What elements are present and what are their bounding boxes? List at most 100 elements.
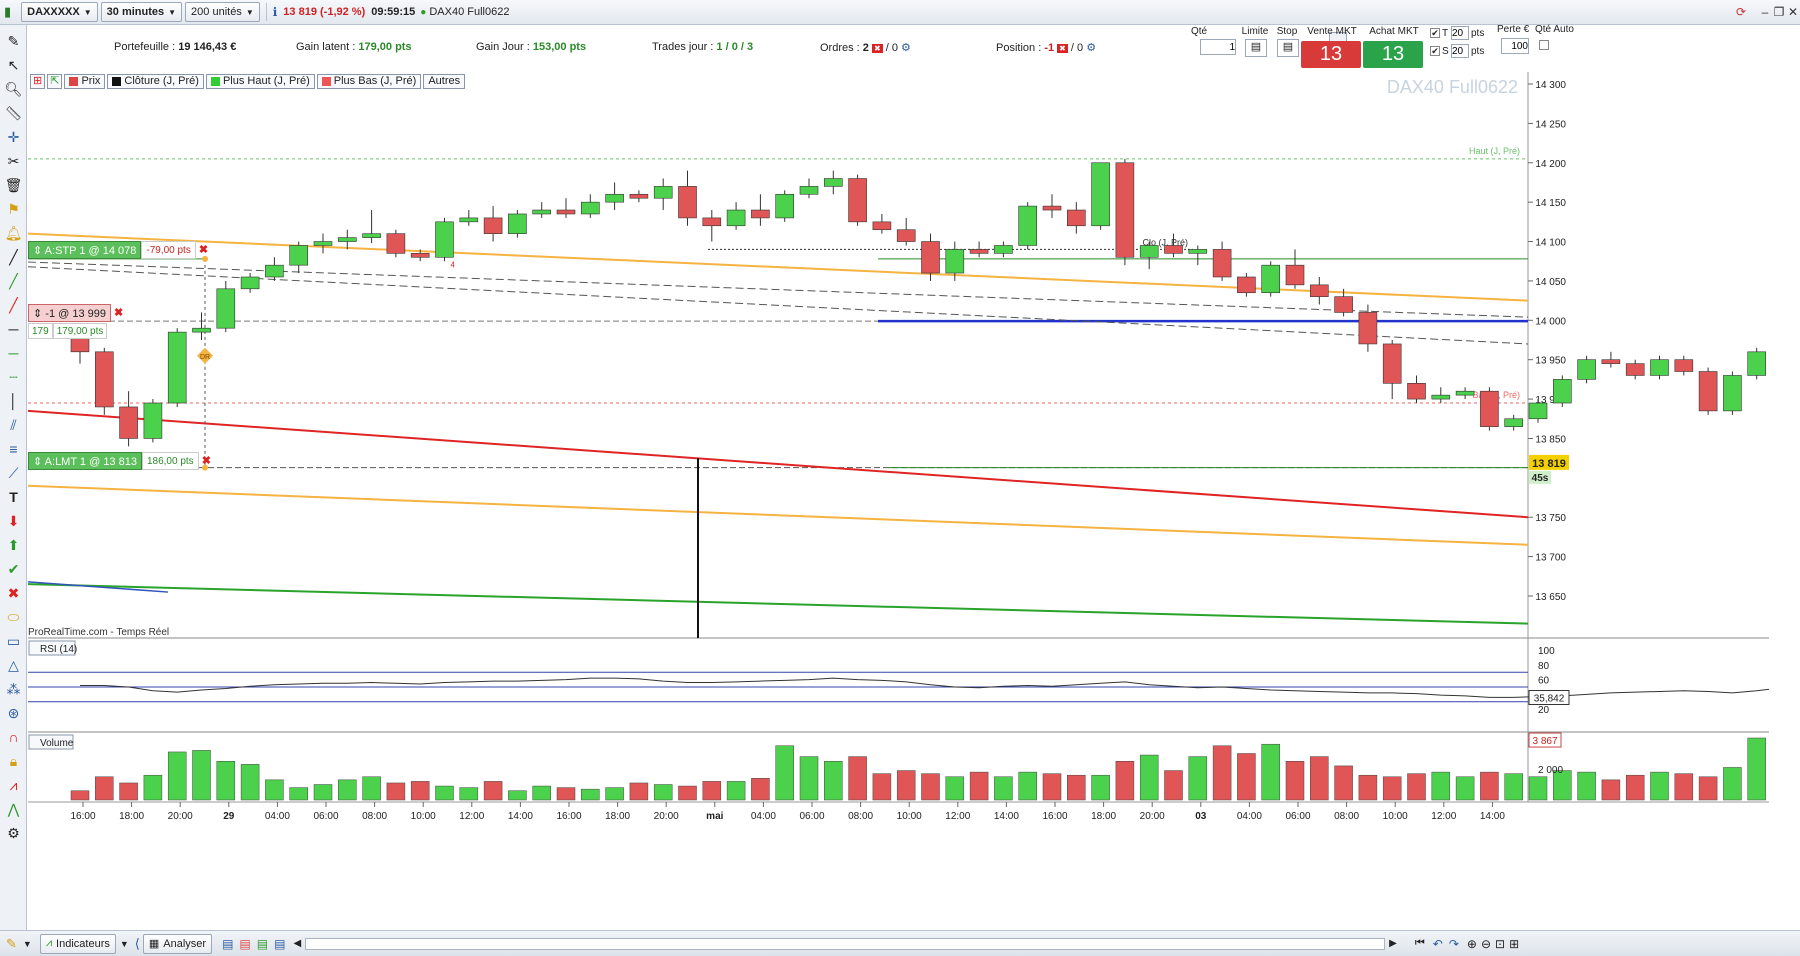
instrument-select[interactable]: DAXXXXX ▼ bbox=[21, 2, 98, 22]
line-red-icon[interactable]: ╱ bbox=[3, 295, 24, 316]
cross-icon[interactable]: ✖ bbox=[3, 583, 24, 604]
orders-settings-icon[interactable]: ⚙ bbox=[901, 42, 911, 54]
hline-icon[interactable]: ─ bbox=[3, 319, 24, 340]
target-input[interactable] bbox=[1451, 26, 1469, 40]
legend-others[interactable]: Autres bbox=[423, 74, 466, 89]
refresh-icon[interactable]: ⟳ bbox=[1732, 3, 1750, 21]
legend-low[interactable]: Plus Bas (J, Pré) bbox=[316, 74, 422, 89]
price-tick-label: 14 200 bbox=[1535, 159, 1566, 170]
pencil-icon[interactable]: ✎ bbox=[3, 31, 24, 52]
position-settings-icon[interactable]: ⚙ bbox=[1086, 42, 1096, 54]
hline-green-icon[interactable]: ─ bbox=[3, 343, 24, 364]
magnet-mode-icon[interactable]: ⊛ bbox=[3, 703, 24, 724]
zoom-reset-icon[interactable]: ⊞ bbox=[1509, 937, 1519, 951]
zoom-out-icon[interactable]: ⊖ bbox=[1481, 937, 1491, 951]
draw-tools-icon[interactable]: ✎ bbox=[6, 936, 17, 952]
expand-icon[interactable]: ▼ bbox=[23, 939, 32, 949]
nav-first-icon[interactable]: ⏮ bbox=[1415, 937, 1425, 950]
undo-icon[interactable]: ↶ bbox=[1433, 937, 1443, 951]
position-label[interactable]: ⇕ -1 @ 13 999 bbox=[28, 304, 111, 322]
wrench-icon[interactable]: ⚙ bbox=[3, 823, 24, 844]
position-info[interactable]: Position : -1 ✖ / 0 ⚙ bbox=[996, 41, 1096, 54]
zoom-icon[interactable]: 🔍︎ bbox=[3, 79, 24, 100]
pattern-icon[interactable]: ⁂ bbox=[3, 679, 24, 700]
crosshair-icon[interactable]: ✛ bbox=[3, 127, 24, 148]
hline-dash-icon[interactable]: ┄ bbox=[3, 367, 24, 388]
stop-loss-input[interactable] bbox=[1451, 44, 1469, 58]
sell-market-button[interactable]: 13 817 bbox=[1301, 41, 1361, 92]
max-loss-input[interactable] bbox=[1501, 38, 1529, 54]
report-icon[interactable]: ▤ bbox=[239, 937, 250, 951]
ellipse-icon[interactable]: ⬭ bbox=[3, 607, 24, 628]
legend-price[interactable]: Prix bbox=[64, 74, 106, 89]
export-icon[interactable]: ▤ bbox=[257, 937, 268, 951]
drag-handle-icon[interactable]: ⇕ bbox=[33, 245, 42, 257]
auto-qty-checkbox[interactable] bbox=[1539, 40, 1549, 50]
fibonacci-icon[interactable]: ≡ bbox=[3, 439, 24, 460]
price-chart[interactable]: DAX40 Full0622 14 300 14 250 14 200 14 150 14… bbox=[28, 72, 1769, 922]
indicators-button[interactable]: ⩘ Indicateurs bbox=[39, 933, 116, 954]
position-close-icon[interactable]: ✖ bbox=[114, 305, 123, 321]
chart-area[interactable]: DAX40 Full0622 14 300 14 250 14 200 14 150 14… bbox=[28, 72, 1769, 922]
units-select[interactable]: 200 unités ▼ bbox=[185, 2, 260, 22]
zoom-in-icon[interactable]: ⊕ bbox=[1467, 937, 1477, 951]
limit-order-tag[interactable]: ⇕ A:LMT 1 @ 13 813 186,00 pts ✖ bbox=[28, 452, 211, 470]
arrow-up-icon[interactable]: ⬆ bbox=[3, 535, 24, 556]
alert-icon[interactable]: ⚑ bbox=[3, 199, 24, 220]
bell-icon[interactable]: 🔔︎ bbox=[3, 223, 24, 244]
analyser-button[interactable]: ▦ Analyser bbox=[142, 933, 213, 954]
indicators-dropdown-icon[interactable]: ▼ bbox=[120, 939, 129, 949]
scissors-icon[interactable]: ✂ bbox=[3, 151, 24, 172]
chart-type-icon[interactable]: ▮ bbox=[4, 4, 11, 20]
zoom-fit-icon[interactable]: ⊡ bbox=[1495, 937, 1505, 951]
arrow-down-icon[interactable]: ⬇ bbox=[3, 511, 24, 532]
qty-input[interactable] bbox=[1200, 39, 1236, 55]
drag-handle-icon[interactable]: ⇕ bbox=[33, 456, 42, 468]
position-tag[interactable]: ⇕ -1 @ 13 999 ✖ bbox=[28, 304, 123, 322]
magnet-icon[interactable]: ∩ bbox=[3, 727, 24, 748]
rectangle-icon[interactable]: ▭ bbox=[3, 631, 24, 652]
drag-handle-icon[interactable]: ⇕ bbox=[33, 308, 42, 320]
stop-checkbox[interactable]: ✔ bbox=[1430, 46, 1440, 56]
stop-order-label[interactable]: ⇕ A:STP 1 @ 14 078 bbox=[28, 241, 142, 259]
cursor-icon[interactable]: ↖ bbox=[3, 55, 24, 76]
stop-order-cancel-icon[interactable]: ✖ bbox=[199, 242, 208, 258]
limit-order-icon[interactable]: ▤ bbox=[1245, 39, 1267, 57]
fan-icon[interactable]: ⟋ bbox=[3, 463, 24, 484]
stop-order-tag[interactable]: ⇕ A:STP 1 @ 14 078 -79,00 pts ✖ bbox=[28, 241, 208, 259]
timeframe-select[interactable]: 30 minutes ▼ bbox=[100, 2, 183, 22]
line-green-icon[interactable]: ╱ bbox=[3, 271, 24, 292]
stop-order-icon[interactable]: ▤ bbox=[1277, 39, 1299, 57]
close-icon[interactable]: ✕ bbox=[1784, 3, 1800, 21]
print-icon[interactable]: ▤ bbox=[274, 937, 285, 951]
horizontal-scrollbar[interactable] bbox=[305, 937, 1386, 950]
legend-collapse-button[interactable]: ⇱ bbox=[47, 74, 63, 89]
calendar-icon[interactable]: ▤ bbox=[222, 937, 233, 951]
text-icon[interactable]: T bbox=[3, 487, 24, 508]
ruler-icon[interactable]: 📏︎ bbox=[3, 103, 24, 124]
scroll-right-icon[interactable]: ▶ bbox=[1389, 938, 1397, 949]
orders-cancel-icon[interactable]: ✖ bbox=[871, 44, 883, 53]
lock-icon[interactable]: 🔒︎ bbox=[3, 751, 24, 772]
limit-order-cancel-icon[interactable]: ✖ bbox=[202, 453, 211, 469]
check-icon[interactable]: ✔ bbox=[3, 559, 24, 580]
share-icon[interactable]: ⟨ bbox=[135, 936, 140, 952]
position-close-icon[interactable]: ✖ bbox=[1057, 44, 1068, 53]
orders-info[interactable]: Ordres : 2 ✖ / 0 ⚙ bbox=[820, 41, 911, 54]
legend-high[interactable]: Plus Haut (J, Pré) bbox=[205, 74, 315, 89]
legend-close[interactable]: Clôture (J, Pré) bbox=[107, 74, 204, 89]
vline-icon[interactable]: │ bbox=[3, 391, 24, 412]
trend-icon[interactable]: ⩘ bbox=[3, 775, 24, 796]
limit-order-label[interactable]: ⇕ A:LMT 1 @ 13 813 bbox=[28, 452, 142, 470]
legend-add-button[interactable]: ⊞ bbox=[30, 74, 46, 89]
info-icon[interactable]: ℹ bbox=[273, 5, 278, 19]
triangle-icon[interactable]: △ bbox=[3, 655, 24, 676]
channel-icon[interactable]: ⫽ bbox=[3, 415, 24, 436]
redo-icon[interactable]: ↷ bbox=[1449, 937, 1459, 951]
line-icon[interactable]: ╱ bbox=[3, 247, 24, 268]
trash-icon[interactable]: 🗑︎ bbox=[3, 175, 24, 196]
buy-market-button[interactable]: 13 820 bbox=[1363, 41, 1423, 92]
target-checkbox[interactable]: ✔ bbox=[1430, 28, 1440, 38]
scroll-left-icon[interactable]: ◀ bbox=[293, 938, 301, 949]
zigzag-icon[interactable]: ⋀ bbox=[3, 799, 24, 820]
